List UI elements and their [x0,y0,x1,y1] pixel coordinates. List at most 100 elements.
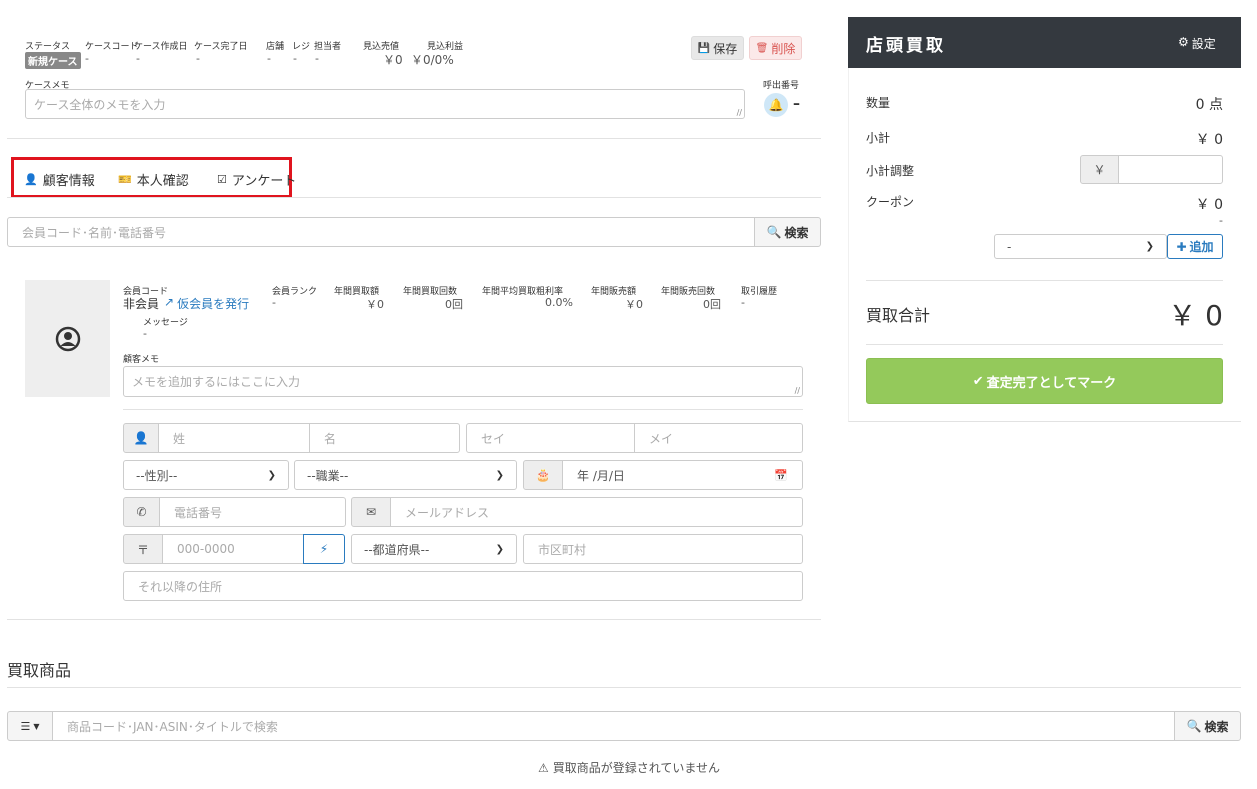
member-search-button[interactable]: 🔍 検索 [754,217,821,247]
total-value: ￥ 0 [1168,299,1223,332]
message-value: - [143,327,147,340]
register-label: レジ [292,42,311,52]
store-label: 店舗 [266,42,285,52]
birthday-input[interactable]: 年 /月/日 📅 [562,460,803,490]
item-search-button[interactable]: 🔍 検索 [1174,711,1241,741]
chevron-down-icon: ❯ [495,469,504,481]
staff-value: - [315,52,319,65]
city-input[interactable]: 市区町村 [523,534,803,564]
message-label: メッセージ [143,318,188,328]
annual-sales-count-value: 0回 [703,298,721,311]
yen-prefix: ￥ [1080,155,1119,184]
bell-icon[interactable]: 🔔 [764,93,788,117]
id-card-icon: 🎫 [118,173,132,186]
mark-assessment-complete-button[interactable]: ✔ 査定完了としてマーク [866,358,1223,404]
user-circle-icon [55,326,80,351]
status-label: ステータス [25,42,71,52]
gender-select[interactable]: --性別-- ❯ [123,460,289,490]
estimated-sales-value: ￥0 [383,53,403,67]
panel-header: 店頭買取 ⚙ 設定 [848,17,1241,68]
user-icon: 👤 [24,173,38,186]
coupon-row: クーポン ￥ 0 [866,195,1223,213]
subtotal-row: 小計 ￥ 0 [866,131,1223,148]
case-code-label: ケースコード [85,42,139,52]
store-value: - [267,52,271,65]
delete-button[interactable]: 🗑 削除 [749,36,802,60]
tab-identity-check[interactable]: 🎫 本人確認 [118,170,189,189]
trash-icon: 🗑 [755,42,769,54]
items-section-title: 買取商品 [7,661,72,680]
completed-label: ケース完了日 [194,42,248,52]
call-number-label: 呼出番号 [763,81,800,91]
phone-icon: ✆ [123,497,160,527]
staff-label: 担当者 [314,42,342,52]
estimated-profit-value: ￥0/0% [411,53,454,67]
add-coupon-button[interactable]: ✚ 追加 [1167,234,1223,259]
member-rank-value: - [272,296,276,309]
gear-icon: ⚙ [1178,35,1189,49]
customer-memo-label: 顧客メモ [123,355,160,365]
case-code-value: - [85,52,89,65]
member-rank-label: 会員ランク [272,287,318,297]
resize-handle-icon: ∕∕ [736,108,742,117]
call-number-value: – [793,96,800,112]
calendar-icon[interactable]: 📅 [774,469,788,482]
save-button[interactable]: 💾 保存 [691,36,744,60]
email-input[interactable]: メールアドレス [390,497,803,527]
tab-survey[interactable]: ☑ アンケート [217,170,296,189]
issue-temp-member-link[interactable]: ↗ 仮会員を発行 [164,295,249,312]
completed-value: - [196,52,200,65]
checkbox-icon: ☑ [217,173,227,186]
coupon-sub-value: - [1219,214,1223,227]
prefecture-select[interactable]: --都道府県-- ❯ [351,534,517,564]
floppy-disk-icon: 💾 [697,42,711,54]
postal-prefix: 〒 [123,534,163,564]
search-icon: 🔍 [766,225,782,239]
warning-icon: ⚠ [538,760,549,775]
member-search-input[interactable]: 会員コード･名前･電話番号 [7,217,755,247]
chevron-down-icon: ❯ [495,543,504,555]
annual-purchase-amount-value: ￥0 [366,298,384,311]
resize-handle-icon: ∕∕ [794,386,800,395]
item-search-input[interactable]: 商品コード･JAN･ASIN･タイトルで検索 [52,711,1175,741]
occupation-select[interactable]: --職業-- ❯ [294,460,517,490]
settings-button[interactable]: ⚙ 設定 [1178,35,1216,52]
transaction-history-label[interactable]: 取引履歴 [741,284,777,297]
user-icon: 👤 [123,423,159,453]
created-label: ケース作成日 [134,42,188,52]
tab-customer-info[interactable]: 👤 顧客情報 [24,170,95,189]
phone-input[interactable]: 電話番号 [159,497,346,527]
first-kana-input[interactable]: メイ [634,423,803,453]
filter-dropdown-button[interactable]: ☰ ▼ [7,711,53,741]
subtotal-adjust-input[interactable] [1118,155,1223,184]
address-input[interactable]: それ以降の住所 [123,571,803,601]
created-value: - [136,52,140,65]
annual-sales-amount-value: ￥0 [625,298,643,311]
avatar [25,280,110,397]
envelope-icon: ✉ [351,497,391,527]
panel-title: 店頭買取 [866,36,946,56]
register-value: - [293,52,297,65]
chevron-down-icon: ❯ [267,469,276,481]
search-icon: 🔍 [1186,719,1202,733]
total-label: 買取合計 [866,306,931,325]
quantity-row: 数量 0 点 [866,96,1223,113]
postal-lookup-button[interactable]: ⚡ [303,534,345,564]
external-link-icon: ↗ [164,295,175,309]
case-memo-input[interactable]: ケース全体のメモを入力 ∕∕ [25,89,745,119]
first-name-input[interactable]: 名 [309,423,460,453]
last-kana-input[interactable]: セイ [466,423,635,453]
member-code-value: 非会員 [123,297,160,311]
last-name-input[interactable]: 姓 [158,423,310,453]
empty-items-message: ⚠ 買取商品が登録されていません [538,760,721,776]
annual-purchase-count-value: 0回 [445,298,463,311]
annual-margin-value: 0.0% [545,296,573,309]
chevron-down-icon: ❯ [1145,241,1154,252]
customer-memo-input[interactable]: メモを追加するにはここに入力 ∕∕ [123,366,803,397]
transaction-history-value: - [741,296,745,309]
status-badge: 新規ケース [25,52,81,69]
coupon-select[interactable]: - ❯ [994,234,1167,259]
plus-icon: ✚ [1176,239,1187,254]
postal-code-input[interactable]: 000-0000 [162,534,304,564]
lightning-bolt-icon: ⚡ [319,542,329,556]
